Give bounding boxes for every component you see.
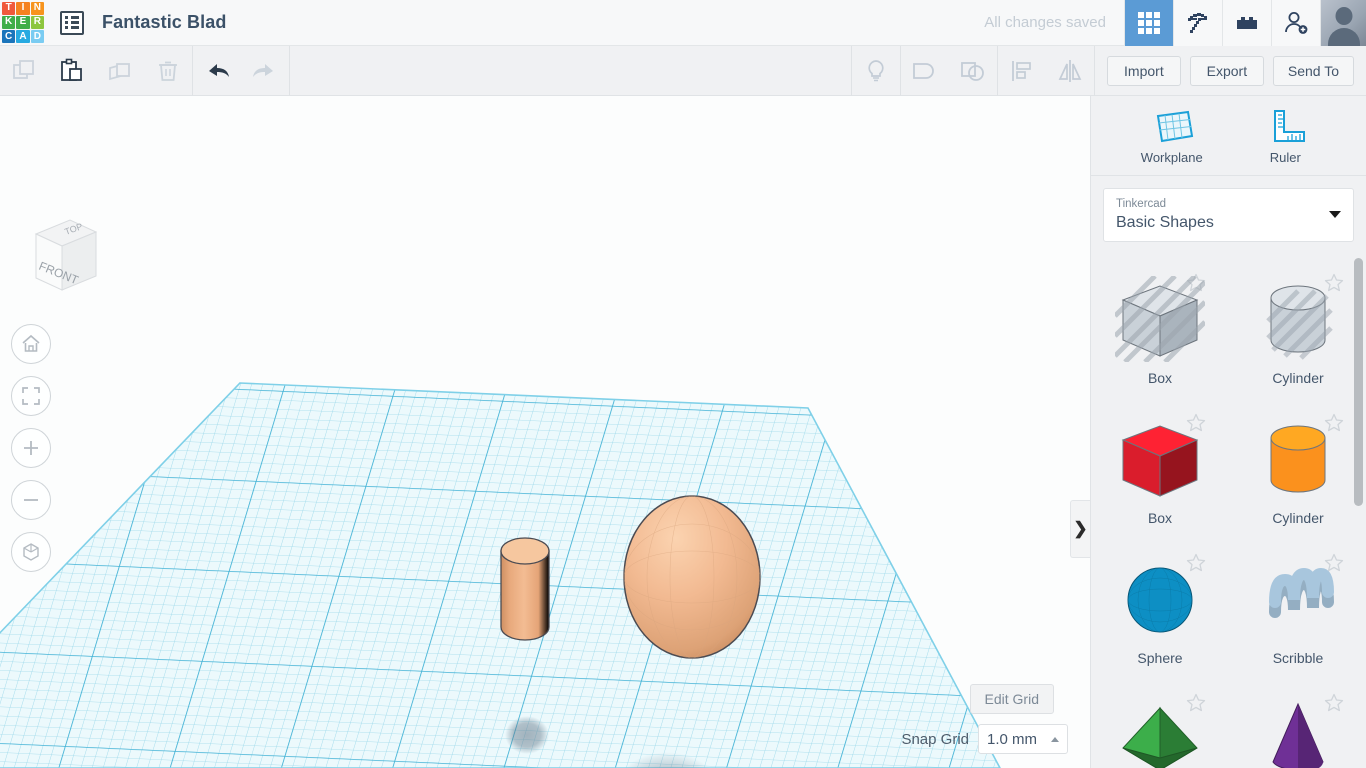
- edit-grid-button[interactable]: Edit Grid: [969, 684, 1054, 714]
- workplane-grid: lane: [0, 382, 1001, 768]
- import-button[interactable]: Import: [1106, 55, 1181, 86]
- export-button[interactable]: Export: [1189, 55, 1264, 86]
- shape-item-pyramid[interactable]: Pyramid: [1091, 684, 1229, 768]
- workplane-tool[interactable]: Workplane: [1124, 106, 1220, 165]
- library-group-label: Tinkercad: [1116, 197, 1167, 210]
- logo-tile-d: D: [30, 30, 44, 44]
- pyramid-thumbnail: [1115, 696, 1205, 768]
- shape-item-box[interactable]: Box: [1091, 404, 1229, 544]
- shape-item-label: Box: [1147, 510, 1173, 526]
- fit-to-view-icon[interactable]: [11, 376, 51, 416]
- group-icon[interactable]: [901, 46, 949, 96]
- design-list-icon[interactable]: [60, 10, 84, 35]
- scribble-thumbnail: [1253, 556, 1343, 642]
- 3d-canvas[interactable]: lane: [0, 96, 1090, 768]
- snap-grid-select[interactable]: 1.0 mm: [978, 724, 1068, 754]
- perspective-toggle-icon[interactable]: [11, 532, 51, 572]
- shape-item-cone[interactable]: Cone: [1229, 684, 1366, 768]
- logo-tile-a: A: [16, 30, 30, 44]
- redo-icon[interactable]: [241, 46, 289, 96]
- undo-icon[interactable]: [193, 46, 241, 96]
- shape-item-label: Sphere: [1137, 650, 1183, 666]
- app-header: TINKERCAD Fantastic Blad All changes sav…: [0, 0, 1366, 46]
- align-tools: [998, 46, 1094, 96]
- cylinder-thumbnail: [1253, 416, 1343, 502]
- delete-icon[interactable]: [144, 46, 192, 96]
- logo-tile-e: E: [16, 15, 30, 30]
- shape-grid: Box Cylinder Box Cylinder Sphere Scribbl…: [1091, 256, 1366, 768]
- save-status: All changes saved: [984, 14, 1106, 31]
- shape-item-label: Box: [1147, 370, 1173, 386]
- logo-tile-k: K: [2, 15, 16, 30]
- header-right-cluster: All changes saved: [984, 0, 1366, 46]
- cylinder-shadow: [505, 716, 549, 754]
- group-tools: [901, 46, 997, 96]
- ruler-tool-label: Ruler: [1269, 150, 1301, 165]
- cone-thumbnail: [1253, 696, 1343, 768]
- grid-view-icon[interactable]: [1124, 0, 1173, 46]
- shape-item-label: Cylinder: [1272, 370, 1324, 386]
- copy-icon[interactable]: [0, 46, 48, 96]
- view-controls: [11, 324, 51, 584]
- file-actions: Import Export Send To: [1095, 55, 1366, 86]
- box-thumbnail: [1113, 274, 1207, 364]
- view-cube[interactable]: TOP FRONT: [22, 212, 100, 304]
- hint-tools: [852, 46, 900, 96]
- chevron-up-icon: [1051, 736, 1059, 742]
- page-title[interactable]: Fantastic Blad: [102, 12, 226, 33]
- brick-block-icon[interactable]: [1222, 0, 1271, 46]
- sphere-thumbnail: [1115, 556, 1205, 642]
- edit-toolbar: Import Export Send To: [0, 45, 1366, 96]
- library-selected-label: Basic Shapes: [1116, 213, 1214, 231]
- home-view-icon[interactable]: [11, 324, 51, 364]
- align-icon[interactable]: [998, 46, 1046, 96]
- cylinder-object: [500, 537, 550, 641]
- shapes-panel: Workplane Ruler Tinkercad Basic Shapes B…: [1090, 96, 1366, 768]
- logo-tile-n: N: [30, 1, 44, 15]
- pickaxe-icon[interactable]: [1173, 0, 1222, 46]
- snap-grid-label: Snap Grid: [901, 730, 969, 748]
- shape-item-cylinder[interactable]: Cylinder: [1229, 404, 1366, 544]
- history-tools: [193, 46, 289, 96]
- lightbulb-hint-icon[interactable]: [852, 46, 900, 96]
- shape-item-label: Cylinder: [1272, 510, 1324, 526]
- ungroup-icon[interactable]: [949, 46, 997, 96]
- shape-item-cylinder-hole[interactable]: Cylinder: [1229, 264, 1366, 404]
- chevron-down-icon: [1329, 211, 1341, 218]
- shape-library-select[interactable]: Tinkercad Basic Shapes: [1103, 188, 1354, 242]
- snap-grid-control: Snap Grid 1.0 mm: [901, 724, 1068, 754]
- logo-tile-t: T: [2, 1, 16, 15]
- zoom-in-icon[interactable]: [11, 428, 51, 468]
- shape-item-scribble[interactable]: Scribble: [1229, 544, 1366, 684]
- mirror-icon[interactable]: [1046, 46, 1094, 96]
- sphere-object: [623, 495, 761, 659]
- collapse-panel-button[interactable]: ❯: [1070, 500, 1090, 558]
- add-person-icon[interactable]: [1271, 0, 1320, 46]
- shape-item-label: Scribble: [1272, 650, 1324, 666]
- toolbar-divider: [289, 45, 290, 96]
- clipboard-tools: [0, 46, 192, 96]
- tinkercad-logo[interactable]: TINKERCAD: [0, 0, 46, 46]
- ruler-tool[interactable]: Ruler: [1237, 106, 1333, 165]
- cylinder-thumbnail: [1253, 276, 1343, 362]
- tinkercad-app: TINKERCAD Fantastic Blad All changes sav…: [0, 0, 1366, 768]
- shape-item-sphere[interactable]: Sphere: [1091, 544, 1229, 684]
- logo-tile-c: C: [2, 30, 16, 44]
- shape-item-box-hole[interactable]: Box: [1091, 264, 1229, 404]
- duplicate-icon[interactable]: [96, 46, 144, 96]
- shapes-scrollbar-thumb[interactable]: [1354, 258, 1363, 506]
- workplane-scene[interactable]: lane: [0, 96, 1090, 768]
- paste-icon[interactable]: [48, 46, 96, 96]
- box-thumbnail: [1115, 416, 1205, 502]
- snap-grid-value: 1.0 mm: [987, 730, 1038, 748]
- panel-tools: Workplane Ruler: [1091, 96, 1366, 176]
- send-to-button[interactable]: Send To: [1272, 55, 1354, 86]
- logo-tile-i: I: [16, 1, 30, 15]
- zoom-out-icon[interactable]: [11, 480, 51, 520]
- avatar[interactable]: [1320, 0, 1366, 46]
- workplane-tool-label: Workplane: [1140, 150, 1203, 165]
- logo-tile-r: R: [30, 15, 44, 30]
